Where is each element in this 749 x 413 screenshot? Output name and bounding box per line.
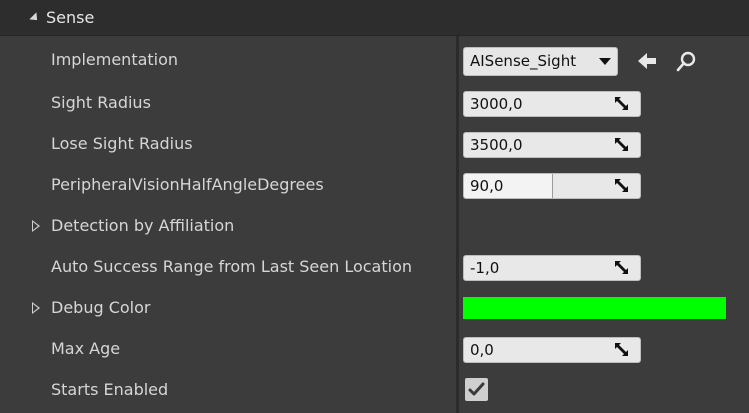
row-starts-enabled: Starts Enabled: [0, 370, 749, 410]
max-age-field[interactable]: 0,0: [463, 337, 641, 363]
sight-radius-field[interactable]: 3000,0: [463, 91, 641, 117]
max-age-label: Max Age: [51, 339, 121, 358]
lose-sight-radius-label: Lose Sight Radius: [51, 134, 193, 153]
resize-arrow-icon[interactable]: [615, 138, 628, 151]
peripheral-vision-slider[interactable]: 90,0: [463, 173, 641, 199]
auto-success-range-value: -1,0: [470, 259, 500, 277]
row-debug-color: Debug Color: [0, 288, 749, 328]
row-max-age: Max Age 0,0: [0, 329, 749, 369]
row-sight-radius: Sight Radius 3000,0: [0, 83, 749, 123]
resize-arrow-icon[interactable]: [615, 97, 628, 110]
implementation-value: AISense_Sight: [470, 52, 577, 70]
resize-arrow-icon[interactable]: [615, 343, 628, 356]
lose-sight-radius-value: 3500,0: [470, 136, 523, 154]
auto-success-range-label: Auto Success Range from Last Seen Locati…: [51, 257, 412, 276]
collapse-triangle-icon[interactable]: [29, 11, 41, 24]
arrow-left-icon[interactable]: [636, 50, 658, 72]
sight-radius-value: 3000,0: [470, 95, 523, 113]
chevron-down-icon: [599, 58, 611, 65]
triangle-right-icon[interactable]: [32, 220, 40, 232]
auto-success-range-field[interactable]: -1,0: [463, 255, 641, 281]
debug-color-label: Debug Color: [51, 298, 151, 317]
sight-radius-label: Sight Radius: [51, 93, 151, 112]
section-header[interactable]: Sense: [0, 0, 749, 36]
detection-affiliation-label: Detection by Affiliation: [51, 216, 235, 235]
implementation-label: Implementation: [51, 50, 179, 69]
resize-arrow-icon[interactable]: [615, 179, 628, 192]
row-implementation: Implementation AISense_Sight: [0, 40, 749, 80]
starts-enabled-label: Starts Enabled: [51, 380, 169, 399]
triangle-right-icon[interactable]: [32, 302, 40, 314]
lose-sight-radius-field[interactable]: 3500,0: [463, 132, 641, 158]
row-detection-affiliation[interactable]: Detection by Affiliation: [0, 206, 749, 246]
debug-color-swatch[interactable]: [463, 297, 726, 319]
max-age-value: 0,0: [470, 341, 494, 359]
starts-enabled-checkbox[interactable]: [465, 378, 488, 401]
resize-arrow-icon[interactable]: [615, 261, 628, 274]
section-title: Sense: [46, 8, 95, 27]
row-auto-success-range: Auto Success Range from Last Seen Locati…: [0, 247, 749, 287]
peripheral-vision-value: 90,0: [470, 177, 504, 195]
row-lose-sight-radius: Lose Sight Radius 3500,0: [0, 124, 749, 164]
implementation-dropdown[interactable]: AISense_Sight: [463, 47, 618, 76]
peripheral-vision-label: PeripheralVisionHalfAngleDegrees: [51, 175, 324, 194]
row-peripheral-vision: PeripheralVisionHalfAngleDegrees 90,0: [0, 165, 749, 205]
check-icon: [468, 382, 485, 396]
search-icon[interactable]: [676, 50, 698, 72]
